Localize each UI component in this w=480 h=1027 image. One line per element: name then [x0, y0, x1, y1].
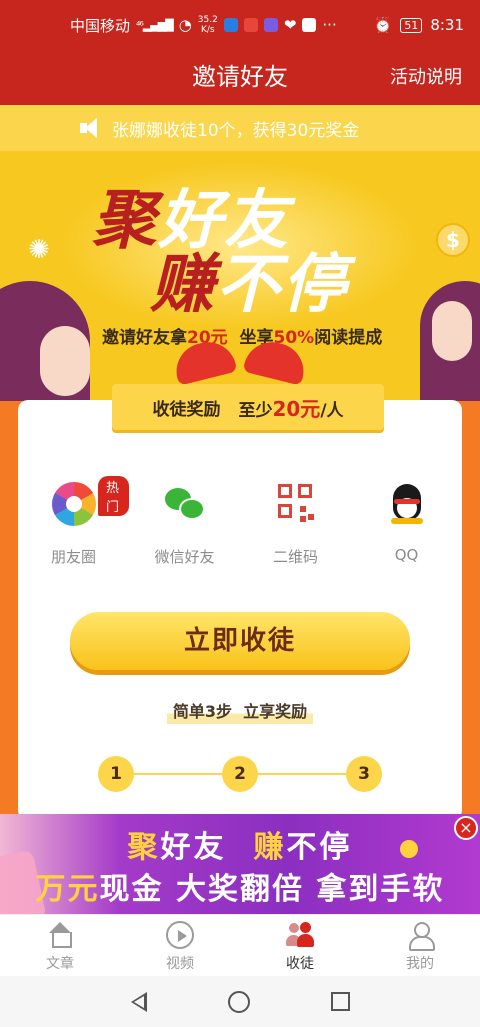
hero-headline-2-red: 赚: [150, 247, 216, 322]
gift-bow: [168, 343, 312, 383]
notice-bar: 张娜娜收徒10个，获得30元奖金: [0, 105, 480, 151]
nav-item-videos[interactable]: 视频: [120, 915, 240, 976]
heart-icon: ❤: [283, 16, 297, 34]
nav-item-me[interactable]: 我的: [360, 915, 480, 976]
system-nav-bar: [0, 976, 480, 1027]
share-label: 微信好友: [154, 548, 215, 566]
hot-badge: 热门: [98, 476, 129, 516]
share-moments[interactable]: 热门 朋友圈: [18, 476, 129, 567]
home-circle-icon[interactable]: [227, 990, 250, 1013]
illustration-face-right: [432, 301, 472, 361]
nav-item-articles[interactable]: 文章: [0, 915, 120, 976]
app-notification-icon: [263, 18, 278, 32]
battery-icon: 51: [400, 17, 423, 33]
reward-prefix: 至少: [238, 400, 273, 421]
app-notification-icon: [302, 18, 317, 32]
wechat-icon: [163, 482, 207, 526]
title-bar: 邀请好友 活动说明: [0, 50, 480, 105]
wifi-icon: ◔: [178, 16, 192, 34]
qr-code-icon: [274, 482, 318, 526]
back-icon[interactable]: [130, 991, 147, 1012]
hero-banner: ✺ $ 聚好友 赚不停 邀请好友拿20元 坐享50%阅读提成: [0, 151, 480, 401]
share-qr-code[interactable]: 二维码: [240, 482, 351, 567]
steps-title-text: 简单3步 立享奖励: [166, 698, 314, 724]
notice-text: 张娜娜收徒10个，获得30元奖金: [112, 120, 360, 141]
illustration-face-left: [40, 326, 90, 396]
steps-indicator: 1 2 3: [98, 756, 382, 792]
net-speed: 35.2 K/s: [198, 15, 218, 35]
status-bar: 中国移动 ⁴⁶▂▄▆█ ◔ 35.2 K/s ❤ ··· ⏰ 51 8:31: [0, 0, 480, 50]
reward-value: 至少20元/人: [238, 393, 343, 422]
signal-icon: ⁴⁶▂▄▆█: [136, 18, 174, 32]
net-speed-value: 35.2: [197, 15, 218, 25]
app-notification-icon: [223, 18, 238, 32]
nav-label: 文章: [46, 956, 74, 972]
sparkle-icon: ✺: [28, 235, 50, 265]
promo-banner[interactable]: 聚好友 赚不停 万元现金 大奖翻倍 拿到手软 ×: [0, 814, 480, 914]
promo-line-2: 万元现金 大奖翻倍 拿到手软: [0, 864, 480, 908]
promo-text: 万元: [35, 872, 100, 907]
app-notification-icon: [243, 18, 258, 32]
net-speed-unit: K/s: [200, 25, 215, 35]
reward-suffix: /人: [320, 400, 344, 421]
network-type: ⁴⁶: [136, 18, 144, 32]
activity-rules-link[interactable]: 活动说明: [390, 50, 462, 105]
step-2: 2: [222, 756, 258, 792]
promo-text: 现金 大奖翻倍 拿到手软: [99, 872, 445, 907]
hero-subtitle-part: 阅读提成: [314, 328, 383, 348]
recent-apps-icon[interactable]: [330, 992, 350, 1011]
hero-headline-2: 赚不停: [150, 233, 348, 325]
step-3: 3: [346, 756, 382, 792]
user-icon: [406, 921, 435, 951]
reward-ribbon: 收徒奖励 至少20元/人: [112, 384, 384, 430]
recruit-now-button[interactable]: 立即收徒: [70, 612, 410, 670]
play-icon: [166, 921, 194, 949]
reward-amount: 20元: [272, 396, 321, 421]
clock: 8:31: [430, 16, 464, 34]
share-label: 二维码: [272, 548, 318, 566]
nav-item-recruit[interactable]: 收徒: [240, 915, 360, 976]
share-qq[interactable]: QQ: [351, 482, 462, 567]
coin-icon: $: [436, 223, 470, 257]
users-icon: [286, 921, 314, 949]
step-1: 1: [98, 756, 134, 792]
promo-text: 好友: [160, 830, 254, 865]
promo-text: 聚: [127, 830, 161, 865]
moments-icon: [51, 482, 96, 526]
reward-label: 收徒奖励: [152, 399, 221, 420]
more-icon: ···: [322, 16, 337, 34]
share-label: 朋友圈: [50, 548, 96, 566]
hero-headline-1-red: 聚: [92, 183, 158, 258]
share-options: 热门 朋友圈 微信好友 二维码 QQ: [18, 476, 462, 567]
share-label: QQ: [394, 546, 419, 564]
hero-headline-2-white: 不停: [216, 247, 348, 322]
qq-penguin-icon: [385, 482, 429, 526]
close-icon[interactable]: ×: [454, 816, 478, 840]
share-wechat-friend[interactable]: 微信好友: [129, 482, 240, 567]
bottom-nav: 文章 视频 收徒 我的: [0, 914, 480, 976]
speaker-icon: [80, 118, 102, 138]
nav-label: 视频: [166, 956, 194, 972]
promo-line-1: 聚好友 赚不停: [0, 822, 480, 866]
alarm-icon: ⏰: [373, 16, 393, 34]
home-icon: [46, 921, 74, 949]
steps-title: 简单3步 立享奖励: [18, 698, 462, 724]
nav-label: 收徒: [286, 956, 314, 972]
promo-text: 赚: [253, 830, 287, 865]
nav-label: 我的: [406, 956, 434, 972]
promo-text: 不停: [286, 830, 353, 865]
invite-card: 收徒奖励 至少20元/人 热门 朋友圈 微信好友 二维码 QQ 立即收徒 简单3…: [18, 384, 462, 820]
carrier-name: 中国移动: [70, 16, 131, 35]
